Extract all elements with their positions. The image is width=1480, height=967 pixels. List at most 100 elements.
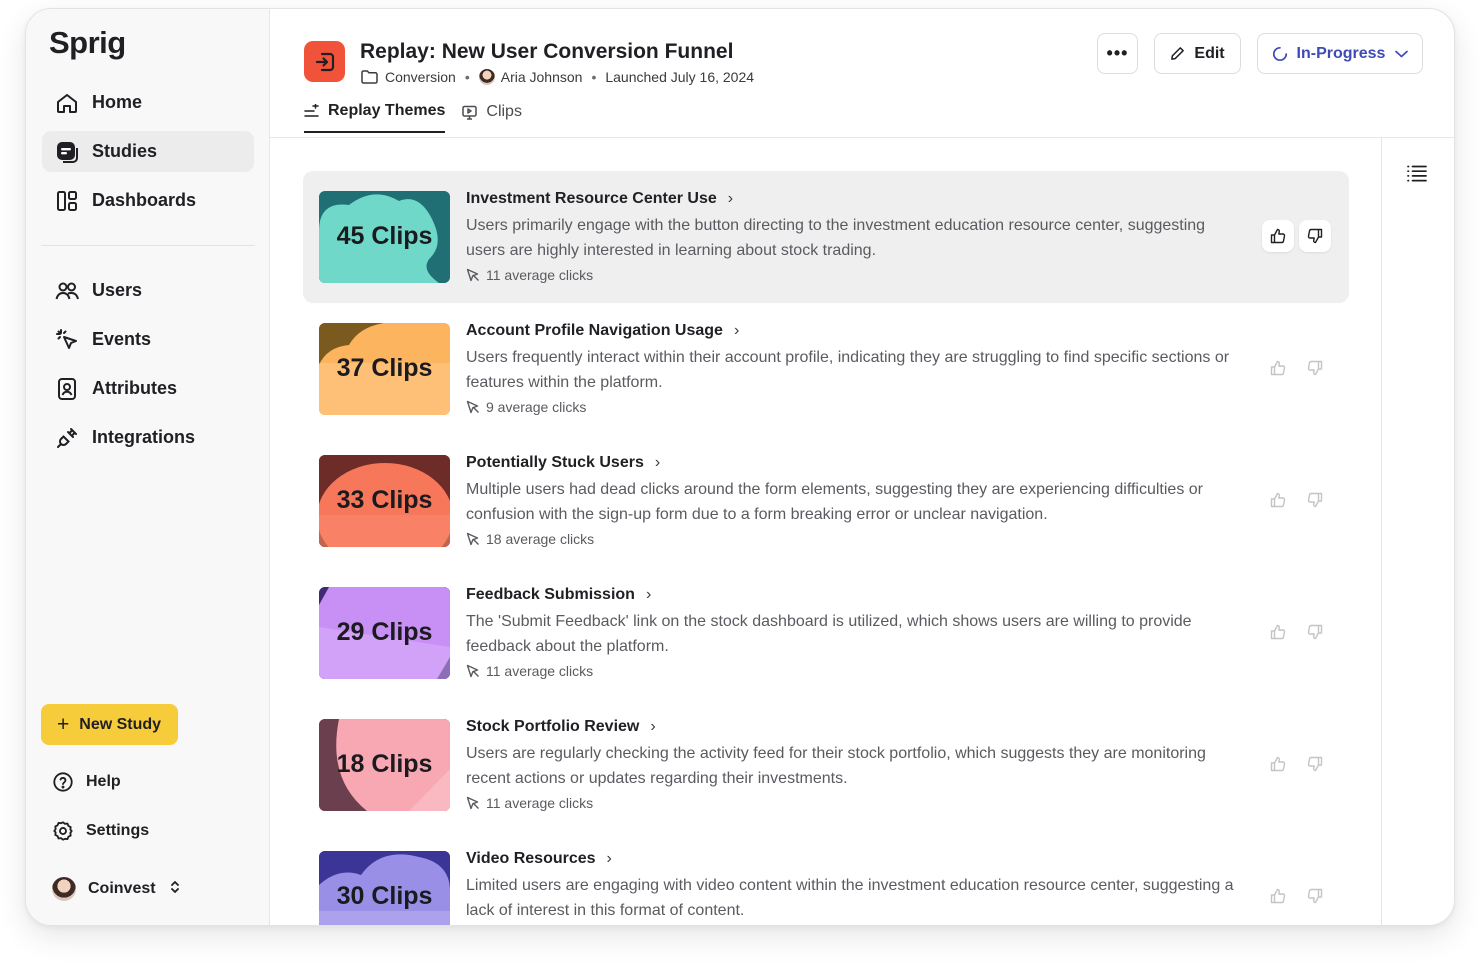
tab-bar: Replay Themes Clips [304,102,539,133]
thumbs-down-icon [1307,492,1323,508]
theme-description: The 'Submit Feedback' link on the stock … [466,613,1192,655]
theme-title[interactable]: Account Profile Navigation Usage › [466,322,739,340]
clips-thumbnail: 30 Clips [319,851,450,925]
sidebar-item-attributes[interactable]: Attributes [42,368,254,409]
cursor-icon [466,796,479,810]
list-view-button[interactable] [1407,165,1427,187]
new-study-button[interactable]: + New Study [41,704,178,745]
sidebar-item-label: Attributes [92,378,177,398]
sidebar-item-home[interactable]: Home [42,82,254,123]
dashboards-icon [55,189,79,213]
theme-card[interactable]: 33 Clips Potentially Stuck Users › Multip… [303,435,1349,567]
sidebar: Sprig Home Studies Dashboards Users Even… [26,9,270,925]
sidebar-item-label: Dashboards [92,190,197,210]
page-title: Replay: New User Conversion Funnel [360,40,734,63]
workspace-switcher[interactable]: Coinvest [52,877,181,901]
progress-icon [1272,46,1287,61]
thumbs-down-button[interactable] [1299,616,1331,648]
replay-study-icon [304,41,345,82]
sidebar-item-label: Integrations [92,427,196,447]
sprig-logo[interactable]: Sprig [49,25,126,61]
thumbs-up-icon [1270,228,1286,244]
thumbs-up-button[interactable] [1262,616,1294,648]
thumbs-up-button[interactable] [1262,748,1294,780]
thumbs-down-icon [1307,360,1323,376]
sidebar-item-integrations[interactable]: Integrations [42,417,254,458]
sidebar-item-dashboards[interactable]: Dashboards [42,180,254,221]
theme-card[interactable]: 37 Clips Account Profile Navigation Usag… [303,303,1349,435]
chevron-right-icon: › [733,322,740,339]
average-clicks: 11 average clicks [466,267,593,283]
folder-icon [361,70,378,84]
thumbs-down-button[interactable] [1299,748,1331,780]
clips-thumbnail: 29 Clips [319,587,450,679]
theme-card[interactable]: 30 Clips Video Resources › Limited users … [303,831,1349,925]
thumbs-down-button[interactable] [1299,484,1331,516]
edit-label: Edit [1194,44,1225,62]
thumbs-down-button[interactable] [1299,220,1331,252]
sidebar-item-studies[interactable]: Studies [42,131,254,172]
thumbs-up-button[interactable] [1262,484,1294,516]
more-options-button[interactable]: ••• [1097,33,1138,74]
tab-replay-themes[interactable]: Replay Themes [304,102,446,133]
main-content: Replay: New User Conversion Funnel Conve… [270,9,1454,925]
tab-clips[interactable]: Clips [462,102,522,133]
settings-link[interactable]: Settings [52,820,149,842]
studies-icon [55,140,79,164]
theme-card[interactable]: 18 Clips Stock Portfolio Review › Users a… [303,699,1349,831]
clips-thumbnail: 45 Clips [319,191,450,283]
thumbs-up-button[interactable] [1262,220,1294,252]
cursor-icon [466,400,479,414]
clips-icon [462,105,478,120]
cursor-icon [466,268,479,282]
help-link[interactable]: Help [52,771,121,793]
theme-list: 45 Clips Investment Resource Center Use ›… [303,171,1349,925]
sidebar-item-events[interactable]: Events [42,319,254,360]
chevron-down-icon [1395,50,1409,57]
theme-title[interactable]: Feedback Submission › [466,586,651,604]
thumbs-up-icon [1270,492,1286,508]
thumbs-down-icon [1307,888,1323,904]
help-icon [52,771,74,793]
sidebar-divider [41,245,255,246]
theme-card[interactable]: 45 Clips Investment Resource Center Use ›… [303,171,1349,303]
theme-description: Multiple users had dead clicks around th… [466,481,1203,523]
theme-description: Users primarily engage with the button d… [466,217,1206,259]
events-icon [55,328,79,352]
right-panel-divider [1381,138,1382,925]
chevron-right-icon: › [727,190,734,207]
workspace-name: Coinvest [88,880,156,897]
chevron-right-icon: › [645,586,652,603]
theme-title[interactable]: Potentially Stuck Users › [466,454,660,472]
clips-thumbnail: 37 Clips [319,323,450,415]
average-clicks: 11 average clicks [466,795,593,811]
thumbs-down-icon [1307,624,1323,640]
folder-link[interactable]: Conversion [385,69,456,85]
sidebar-item-users[interactable]: Users [42,270,254,311]
header-divider [270,137,1454,138]
new-study-label: New Study [79,715,162,733]
pencil-icon [1171,47,1185,60]
integrations-icon [55,426,79,450]
thumbs-down-icon [1307,228,1323,244]
theme-title[interactable]: Investment Resource Center Use › [466,190,733,208]
thumbs-down-button[interactable] [1299,352,1331,384]
thumbs-up-button[interactable] [1262,352,1294,384]
settings-label: Settings [86,822,150,839]
thumbs-up-button[interactable] [1262,880,1294,912]
edit-button[interactable]: Edit [1154,33,1241,74]
chevron-right-icon: › [654,454,661,471]
theme-card[interactable]: 29 Clips Feedback Submission › The 'Submi… [303,567,1349,699]
help-label: Help [86,773,121,790]
status-dropdown[interactable]: In-Progress [1257,33,1423,74]
chevron-right-icon: › [650,718,656,735]
thumbs-down-button[interactable] [1299,880,1331,912]
attributes-icon [55,377,79,401]
workspace-avatar [52,877,76,901]
cursor-icon [466,664,479,678]
owner-avatar [478,69,495,85]
thumbs-up-icon [1270,888,1286,904]
theme-title[interactable]: Stock Portfolio Review › [466,718,656,736]
theme-title[interactable]: Video Resources › [466,850,612,868]
average-clicks: 11 average clicks [466,663,593,679]
